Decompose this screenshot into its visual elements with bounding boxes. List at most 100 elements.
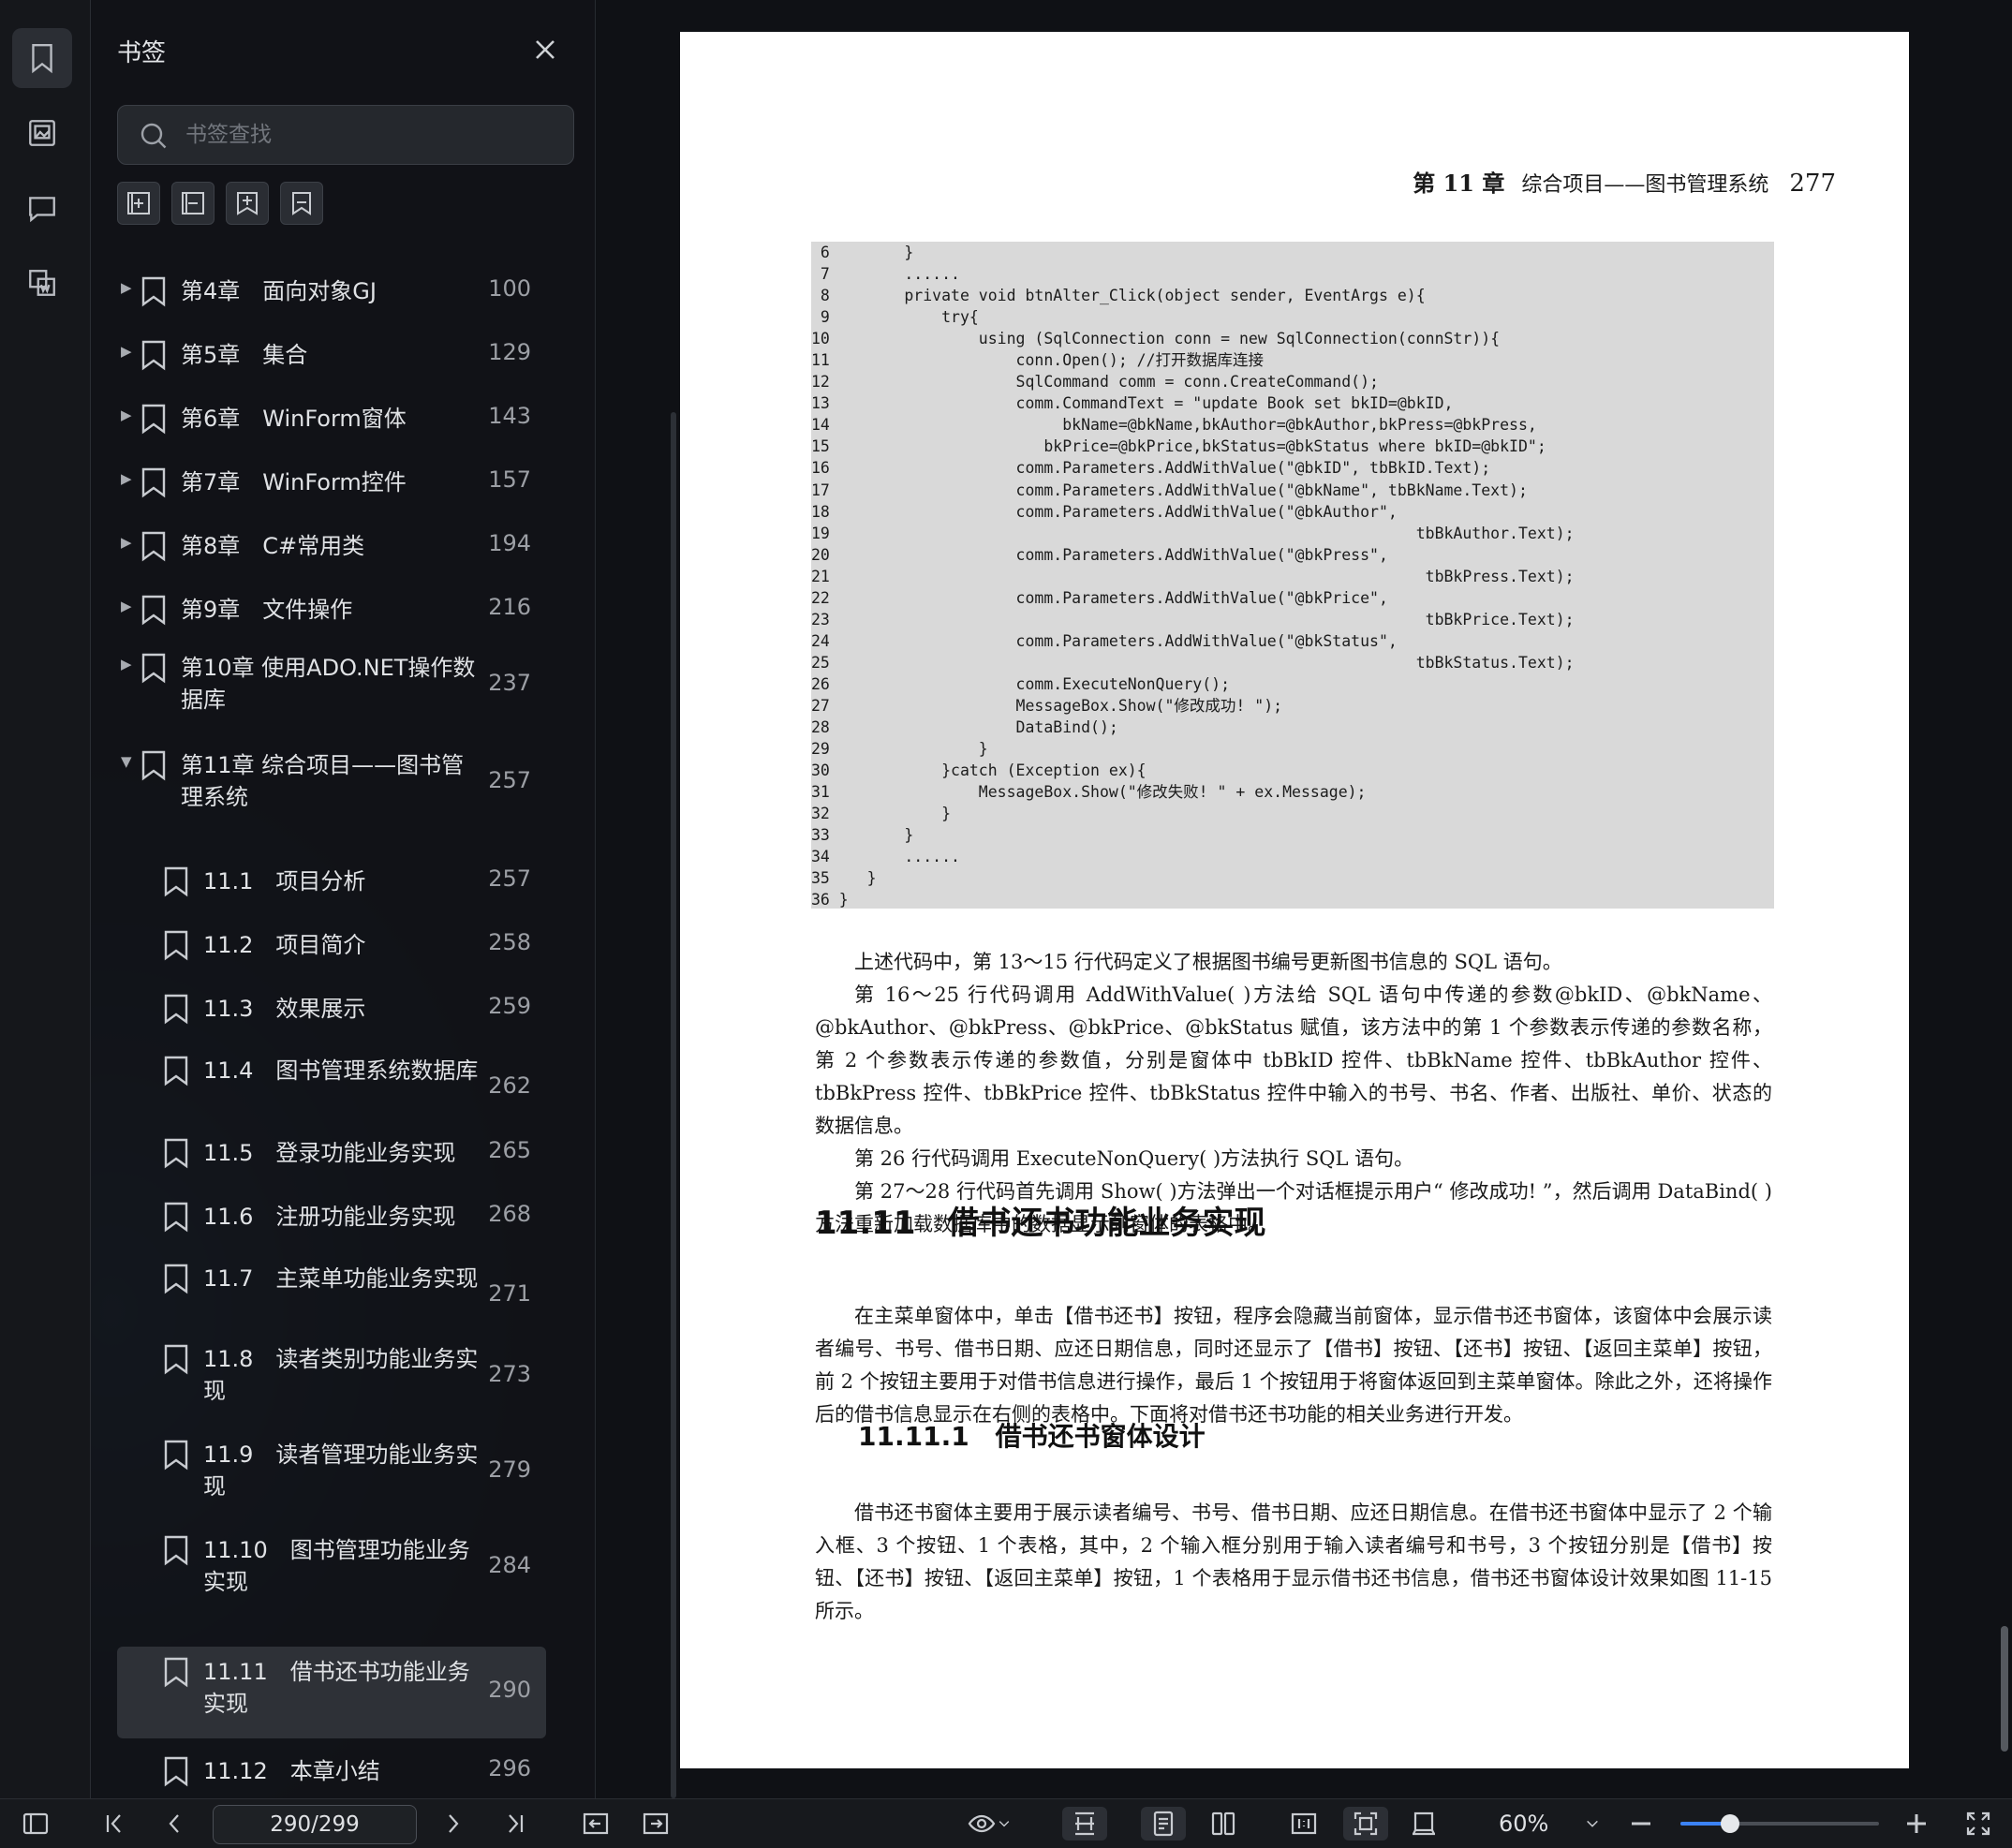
bookmark-item[interactable]: ▶ 第8章 C#常用类 194 bbox=[117, 519, 546, 573]
collapse-all-button[interactable] bbox=[171, 182, 215, 225]
bookmark-item[interactable]: ▶ 第7章 WinForm控件 157 bbox=[117, 455, 546, 510]
chevron-down-icon bbox=[1587, 1820, 1598, 1827]
view-mode-dropdown[interactable] bbox=[959, 1807, 1021, 1841]
search-input[interactable] bbox=[184, 115, 562, 155]
back-button[interactable] bbox=[579, 1807, 613, 1841]
bookmark-item[interactable]: ▶ 第9章 文件操作 216 bbox=[117, 583, 546, 637]
fullscreen-button[interactable] bbox=[1960, 1807, 1997, 1841]
bookmark-icon bbox=[162, 1755, 190, 1787]
bookmark-sidebar: 书签 ▶ 第4章 面向对象GJ 100 ▶ 第5章 集合 129 ▶ 第6章 WinForm窗… bbox=[91, 0, 676, 1798]
bookmark-item[interactable]: 11.5 登录功能业务实现 265 bbox=[117, 1126, 546, 1180]
bookmark-item[interactable]: ▶ 第10章 使用ADO.NET操作数据库 237 bbox=[117, 643, 546, 729]
last-page-icon bbox=[509, 1814, 524, 1833]
crop-button[interactable] bbox=[1405, 1807, 1442, 1841]
zoom-slider-handle[interactable] bbox=[1721, 1814, 1739, 1833]
prev-page-button[interactable] bbox=[157, 1807, 191, 1841]
bookmark-label: 11.8 读者类别功能业务实现 bbox=[203, 1346, 479, 1404]
bookmark-page: 273 bbox=[488, 1361, 531, 1387]
fit-page-button[interactable] bbox=[1343, 1807, 1388, 1841]
left-rail bbox=[0, 0, 91, 1798]
forward-button[interactable] bbox=[639, 1807, 673, 1841]
bookmark-page: 265 bbox=[488, 1137, 531, 1163]
paragraph: 借书还书窗体主要用于展示读者编号、书号、借书日期、应还日期信息。在借书还书窗体中… bbox=[815, 1501, 1772, 1622]
image-icon bbox=[29, 120, 55, 146]
bookmark-page-button[interactable] bbox=[280, 182, 323, 225]
attachments-panel-button[interactable] bbox=[12, 253, 72, 313]
bookmark-page: 216 bbox=[488, 594, 531, 620]
collapsed-arrow-icon[interactable]: ▶ bbox=[121, 656, 132, 673]
fit-width-button[interactable] bbox=[1062, 1807, 1107, 1841]
bookmark-item[interactable]: 11.2 项目简介 258 bbox=[117, 918, 546, 972]
page-input[interactable] bbox=[214, 1806, 416, 1843]
bookmark-label: 第10章 使用ADO.NET操作数据库 bbox=[181, 655, 476, 713]
bookmark-item[interactable]: 11.12 本章小结 296 bbox=[117, 1744, 546, 1798]
bookmarks-panel-button[interactable] bbox=[12, 28, 72, 88]
comments-panel-button[interactable] bbox=[12, 178, 72, 238]
back-icon bbox=[583, 1812, 609, 1835]
sidebar-scrollbar[interactable] bbox=[671, 412, 676, 1798]
paragraph: 第 26 行代码调用 ExecuteNonQuery( )方法执行 SQL 语句… bbox=[854, 1147, 1414, 1170]
bookmark-item[interactable]: ▶ 第4章 面向对象GJ 100 bbox=[117, 264, 546, 318]
add-bookmark-button[interactable] bbox=[117, 182, 160, 225]
bookmark-item[interactable]: ▶ 第6章 WinForm窗体 143 bbox=[117, 392, 546, 446]
collapsed-arrow-icon[interactable]: ▶ bbox=[121, 534, 132, 551]
bookmark-search[interactable] bbox=[117, 105, 574, 165]
document-scrollbar[interactable] bbox=[2001, 1626, 2008, 1752]
single-page-button[interactable] bbox=[1141, 1807, 1186, 1841]
next-page-button[interactable] bbox=[436, 1807, 470, 1841]
bookmark-item[interactable]: ▼ 第11章 综合项目——图书管理系统 257 bbox=[117, 740, 546, 826]
close-sidebar-button[interactable] bbox=[531, 36, 563, 67]
first-page-button[interactable] bbox=[97, 1807, 131, 1841]
bookmark-page: 194 bbox=[488, 530, 531, 556]
zoom-out-button[interactable] bbox=[1624, 1807, 1658, 1841]
last-page-button[interactable] bbox=[498, 1807, 532, 1841]
close-icon bbox=[536, 40, 555, 59]
expanded-arrow-icon[interactable]: ▼ bbox=[121, 753, 132, 770]
collapsed-arrow-icon[interactable]: ▶ bbox=[121, 407, 132, 423]
double-page-button[interactable] bbox=[1205, 1807, 1242, 1841]
collapsed-arrow-icon[interactable]: ▶ bbox=[121, 343, 132, 360]
bookmark-icon bbox=[162, 1656, 190, 1688]
first-page-icon bbox=[106, 1814, 121, 1833]
zoom-slider[interactable] bbox=[1680, 1814, 1879, 1833]
zoom-out-icon bbox=[1632, 1822, 1650, 1826]
bookmark-item[interactable]: 11.6 注册功能业务实现 268 bbox=[117, 1190, 546, 1244]
bookmark-icon bbox=[162, 1201, 190, 1233]
zoom-in-button[interactable] bbox=[1900, 1807, 1933, 1841]
sidebar-title: 书签 bbox=[117, 39, 167, 67]
bookmark-icon bbox=[162, 1343, 190, 1375]
collapse-icon bbox=[182, 192, 204, 214]
bookmark-item[interactable]: 11.7 主菜单功能业务实现 271 bbox=[117, 1253, 546, 1339]
zoom-dropdown[interactable] bbox=[1576, 1807, 1609, 1841]
thumbnails-panel-button[interactable] bbox=[12, 103, 72, 163]
bookmark-item[interactable]: 11.3 效果展示 259 bbox=[117, 982, 546, 1036]
zoom-level[interactable]: 60% bbox=[1499, 1811, 1548, 1837]
bookmark-tools bbox=[117, 182, 323, 225]
expand-all-button[interactable] bbox=[226, 182, 269, 225]
page-indicator[interactable] bbox=[213, 1805, 417, 1844]
bookmark-label: 11.4 图书管理系统数据库 bbox=[203, 1057, 479, 1084]
bookmark-page: 296 bbox=[488, 1755, 531, 1781]
collapsed-arrow-icon[interactable]: ▶ bbox=[121, 470, 132, 487]
bookmark-item[interactable]: 11.4 图书管理系统数据库 262 bbox=[117, 1045, 546, 1131]
bookmark-item[interactable]: 11.11 借书还书功能业务实现 290 bbox=[117, 1647, 546, 1738]
bookmark-item[interactable]: 11.10 图书管理功能业务实现 284 bbox=[117, 1525, 546, 1611]
prev-page-icon bbox=[169, 1814, 179, 1833]
bookmark-icon bbox=[162, 929, 190, 961]
bookmark-item[interactable]: 11.1 项目分析 257 bbox=[117, 854, 546, 909]
bookmark-label: 11.12 本章小结 bbox=[203, 1758, 380, 1784]
attachment-icon bbox=[29, 270, 55, 296]
bookmark-icon bbox=[162, 865, 190, 897]
bookmark-page: 157 bbox=[488, 466, 531, 493]
bookmark-label: 11.3 效果展示 bbox=[203, 996, 366, 1022]
bookmark-item[interactable]: 11.9 读者管理功能业务实现 279 bbox=[117, 1429, 546, 1515]
bookmark-icon bbox=[140, 339, 168, 371]
bookmark-item[interactable]: 11.8 读者类别功能业务实现 273 bbox=[117, 1334, 546, 1420]
add-bookmark-icon bbox=[127, 192, 150, 214]
collapsed-arrow-icon[interactable]: ▶ bbox=[121, 598, 132, 614]
bookmark-item[interactable]: ▶ 第5章 集合 129 bbox=[117, 328, 546, 382]
toggle-sidebar-button[interactable] bbox=[19, 1807, 52, 1841]
actual-size-button[interactable] bbox=[1285, 1807, 1323, 1841]
bookmark-icon bbox=[140, 466, 168, 498]
collapsed-arrow-icon[interactable]: ▶ bbox=[121, 279, 132, 296]
